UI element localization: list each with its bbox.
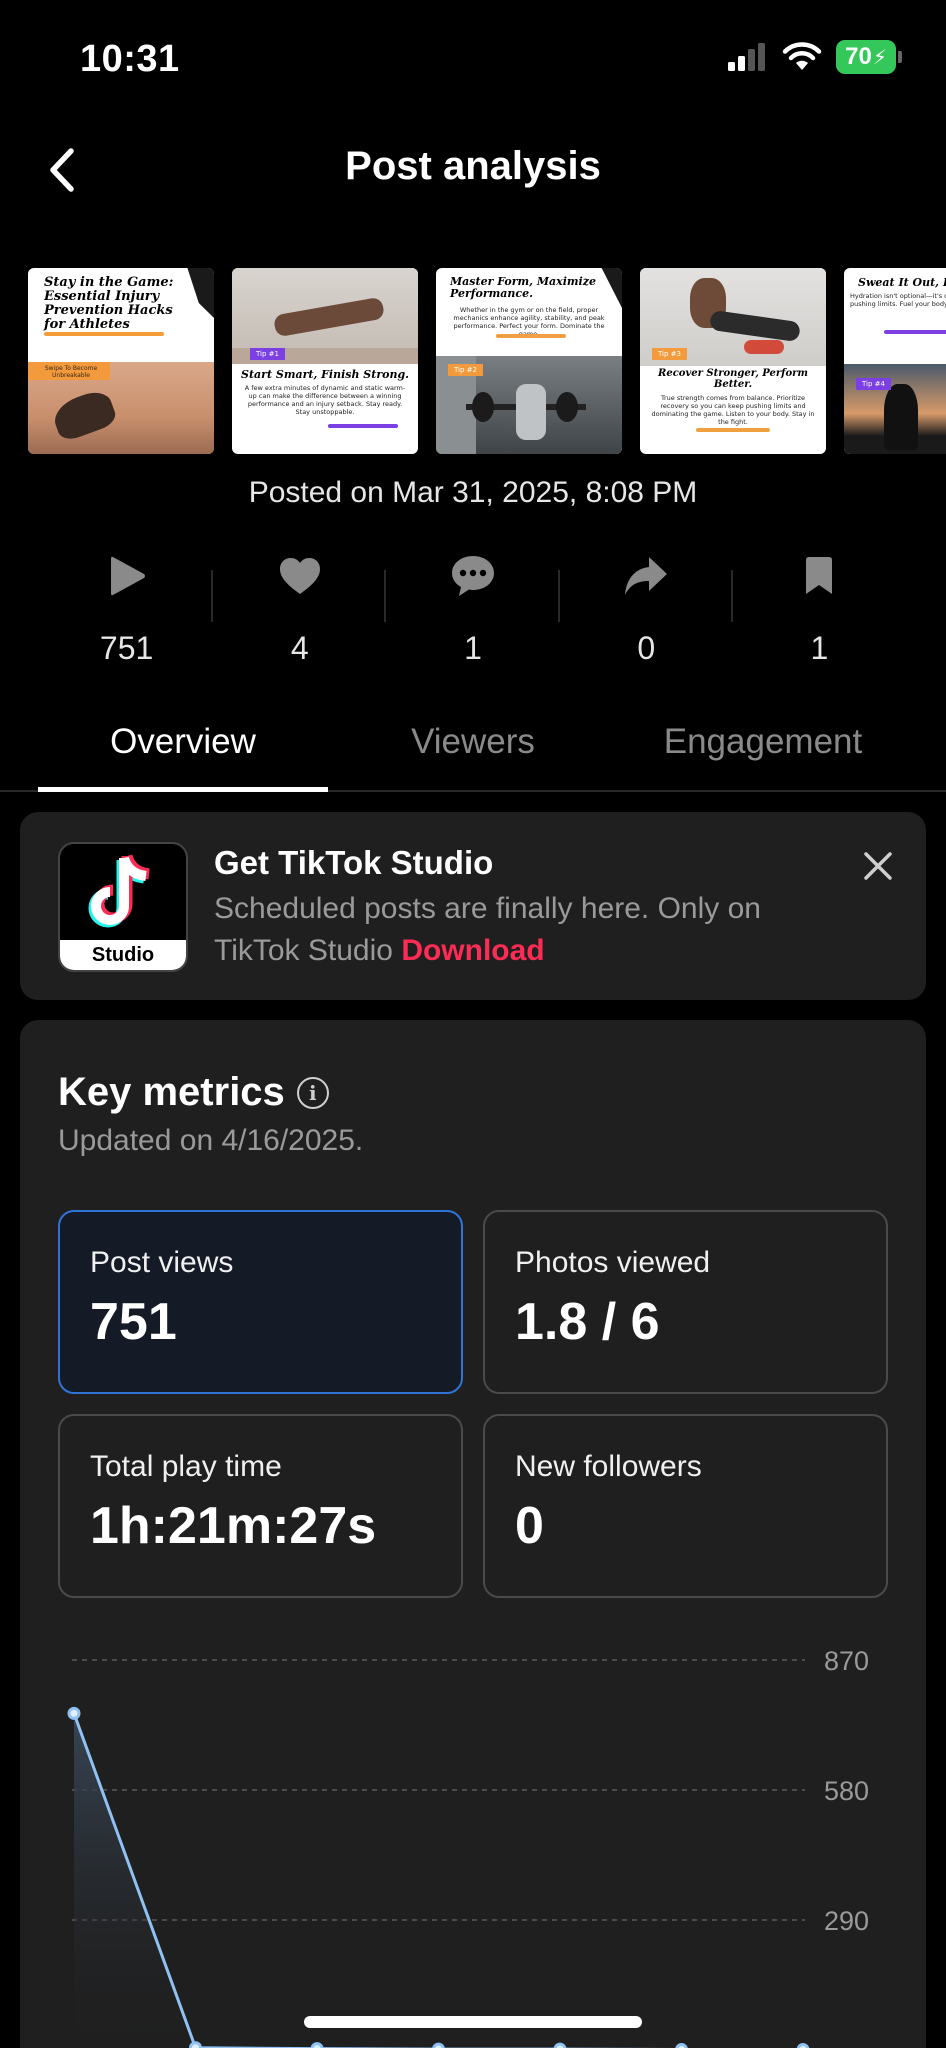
status-icons: 70 ⚡ xyxy=(728,40,902,74)
photo-thumbnail-5[interactable]: Sweat It Out, Drink Hydration isn't opti… xyxy=(844,268,946,454)
photo-thumbnail-strip[interactable]: Stay in the Game: Essential Injury Preve… xyxy=(28,268,946,454)
chart-data-point[interactable] xyxy=(67,1706,81,1720)
close-promo-button[interactable] xyxy=(854,842,902,890)
metric-total-play-time[interactable]: Total play time 1h:21m:27s xyxy=(58,1414,463,1598)
posted-date: Posted on Mar 31, 2025, 8:08 PM xyxy=(248,476,698,509)
stat-comments: 1 xyxy=(386,550,560,670)
chart-data-point[interactable] xyxy=(553,2042,567,2048)
metric-photos-viewed[interactable]: Photos viewed 1.8 / 6 xyxy=(483,1210,888,1394)
battery-indicator: 70 ⚡ xyxy=(836,40,902,74)
thumbnail-title: Start Smart, Finish Strong. xyxy=(241,368,409,381)
thumbnail-title: Master Form, Maximize Performance. xyxy=(450,275,596,300)
photo-thumbnail-4[interactable]: Tip #3 Recover Stronger, Perform Better.… xyxy=(640,268,826,454)
thumbnail-body: Hydration isn't optional—it's dehydratio… xyxy=(850,292,946,308)
likes-count: 4 xyxy=(290,630,309,666)
metric-label: Total play time xyxy=(90,1450,282,1483)
wifi-icon xyxy=(782,42,822,70)
chart-data-point[interactable] xyxy=(189,2041,202,2048)
status-bar: 10:31 70 ⚡ xyxy=(0,0,946,120)
post-views-chart: 870 580 290 xyxy=(67,1646,869,2048)
y-tick-label: 580 xyxy=(824,1776,869,1806)
y-tick-label: 290 xyxy=(824,1906,869,1936)
metric-label: Post views xyxy=(90,1246,234,1279)
chart-data-point[interactable] xyxy=(432,2042,445,2048)
promo-body: Scheduled posts are finally here. Only o… xyxy=(214,888,834,972)
chart-data-point[interactable] xyxy=(675,2043,688,2048)
stat-likes: 4 xyxy=(213,550,387,670)
battery-percent: 70 xyxy=(845,43,872,70)
heart-icon xyxy=(278,550,322,602)
engagement-stats-row: 751 4 1 0 1 xyxy=(40,550,906,670)
shares-count: 0 xyxy=(637,630,656,666)
thumbnail-title: Stay in the Game: Essential Injury Preve… xyxy=(44,275,174,332)
thumbnail-body: True strength comes from balance. Priori… xyxy=(651,394,815,426)
chart-series-line xyxy=(72,1712,668,2048)
charging-bolt-icon: ⚡ xyxy=(872,46,887,69)
tiktok-note-icon xyxy=(88,854,150,928)
chart-data-point[interactable] xyxy=(796,2043,810,2048)
battery-level: 70 ⚡ xyxy=(836,40,896,74)
cellular-signal-icon xyxy=(728,43,765,71)
tip-badge: Tip #4 xyxy=(856,378,891,390)
close-icon xyxy=(864,852,892,880)
tip-badge: Tip #3 xyxy=(652,348,687,360)
tiktok-studio-promo: Studio Get TikTok Studio Scheduled posts… xyxy=(20,812,926,1000)
tip-badge: Tip #2 xyxy=(448,364,483,376)
y-tick-label: 870 xyxy=(824,1646,869,1676)
home-indicator xyxy=(304,2016,642,2028)
key-metrics-card: Key metrics i Updated on 4/16/2025. Post… xyxy=(20,1020,926,2048)
play-icon xyxy=(107,550,147,602)
stat-shares: 0 xyxy=(560,550,733,670)
thumbnail-tag: Swipe To Become Unbreakable xyxy=(44,365,98,379)
stat-saves: 1 xyxy=(733,550,906,670)
stat-views: 751 xyxy=(40,550,214,670)
thumbnail-body: A few extra minutes of dynamic and stati… xyxy=(244,384,406,416)
tab-engagement[interactable]: Engagement xyxy=(618,700,908,790)
info-icon[interactable]: i xyxy=(296,1076,329,1109)
metric-value: 751 xyxy=(90,1293,177,1351)
chart-data-point[interactable] xyxy=(310,2042,324,2048)
tab-viewers[interactable]: Viewers xyxy=(328,700,618,790)
status-time: 10:31 xyxy=(80,38,180,80)
comments-count: 1 xyxy=(464,630,482,666)
nav-header: Post analysis xyxy=(0,130,946,210)
studio-label: Studio xyxy=(60,940,186,970)
comment-icon xyxy=(450,550,496,602)
photo-thumbnail-2[interactable]: Tip #1 Start Smart, Finish Strong. A few… xyxy=(232,268,418,454)
metric-post-views[interactable]: Post views 751 xyxy=(58,1210,463,1394)
photo-thumbnail-3[interactable]: Master Form, Maximize Performance. Wheth… xyxy=(436,268,622,454)
metric-value: 1h:21m:27s xyxy=(90,1497,377,1555)
saves-count: 1 xyxy=(810,630,829,666)
tip-badge: Tip #1 xyxy=(250,348,285,360)
metric-label: Photos viewed xyxy=(515,1246,711,1279)
metric-value: 0 xyxy=(515,1497,544,1555)
key-metrics-heading: Key metrics i xyxy=(58,1070,329,1115)
key-metrics-title: Key metrics xyxy=(58,1070,285,1114)
download-link[interactable]: Download xyxy=(401,934,544,967)
bookmark-icon xyxy=(803,550,835,602)
thumbnail-title: Sweat It Out, Drink xyxy=(858,276,946,289)
metric-new-followers[interactable]: New followers 0 xyxy=(483,1414,888,1598)
tab-overview[interactable]: Overview xyxy=(38,700,328,792)
share-icon xyxy=(623,550,669,602)
chart-area-fill xyxy=(74,1713,229,2048)
metrics-updated-date: Updated on 4/16/2025. xyxy=(58,1124,364,1157)
thumbnail-title: Recover Stronger, Perform Better. xyxy=(658,368,808,390)
tiktok-studio-logo: Studio xyxy=(58,842,188,972)
promo-title: Get TikTok Studio xyxy=(214,844,494,881)
metric-value: 1.8 / 6 xyxy=(515,1293,660,1351)
metric-label: New followers xyxy=(515,1450,702,1483)
analysis-tabs: Overview Viewers Engagement xyxy=(0,700,946,792)
photo-thumbnail-1[interactable]: Stay in the Game: Essential Injury Preve… xyxy=(28,268,214,454)
views-count: 751 xyxy=(99,630,154,666)
page-title: Post analysis xyxy=(345,144,601,188)
